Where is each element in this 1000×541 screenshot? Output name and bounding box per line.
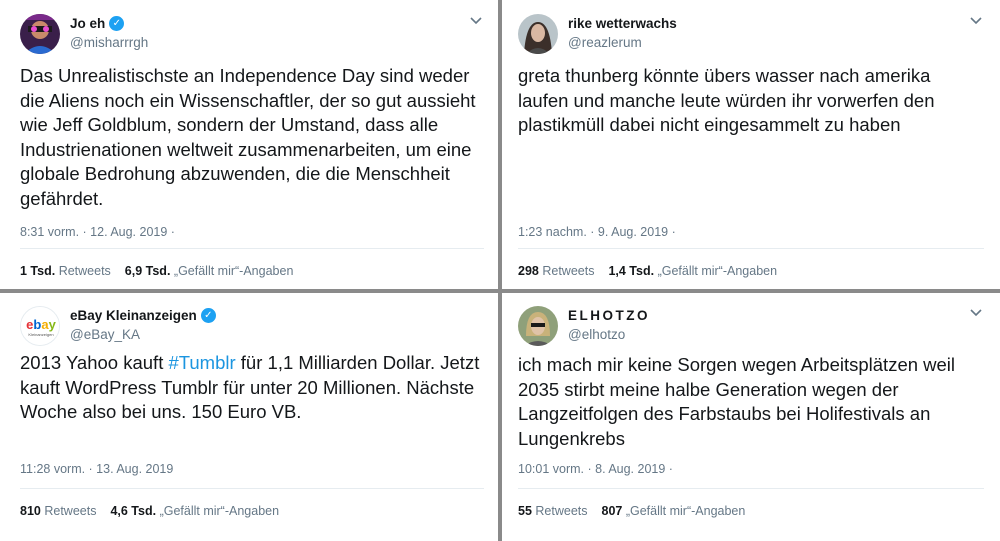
tweet-card-ebay-kleinanzeigen[interactable]: ebay Kleinanzeigen eBay Kleinanzeigen ✓ … (8, 296, 496, 536)
display-name-row[interactable]: ELHOTZO (568, 308, 650, 323)
likes-count: 807 (601, 504, 623, 518)
display-name-row[interactable]: Jo eh ✓ (70, 16, 125, 31)
likes-count: 1,4 Tsd. (608, 264, 655, 278)
divider (518, 488, 984, 489)
display-name[interactable]: eBay Kleinanzeigen (70, 308, 197, 323)
likes-label: „Gefällt mir“-Angaben (173, 264, 294, 278)
tweet-card-jo-eh[interactable]: Jo eh ✓ @misharrrgh Das Unrealistischste… (8, 4, 496, 288)
likes-label: „Gefällt mir“-Angaben (657, 264, 778, 278)
retweets-count: 298 (518, 264, 539, 278)
user-handle[interactable]: @elhotzo (568, 327, 625, 342)
likes-stat[interactable]: 1,4 Tsd. „Gefällt mir“-Angaben (608, 264, 777, 278)
svg-text:ebay: ebay (26, 317, 56, 332)
ebay-logo-icon: ebay Kleinanzeigen (21, 307, 59, 345)
user-handle[interactable]: @reazlerum (568, 35, 642, 50)
vertical-separator (498, 0, 502, 541)
horizontal-separator (0, 289, 1000, 293)
retweets-label: Retweets (535, 504, 588, 518)
retweets-count: 810 (20, 504, 41, 518)
retweets-stat[interactable]: 55 Retweets (518, 504, 588, 518)
display-name-row[interactable]: eBay Kleinanzeigen ✓ (70, 308, 216, 323)
svg-text:Kleinanzeigen: Kleinanzeigen (28, 332, 53, 337)
tweet-header: Jo eh ✓ @misharrrgh (20, 12, 484, 56)
tweet-stats: 55 Retweets 807 „Gefällt mir“-Angaben (518, 504, 745, 518)
display-name-row[interactable]: rike wetterwachs (568, 16, 677, 31)
verified-badge-icon: ✓ (200, 308, 216, 323)
tweet-timestamp[interactable]: 11:28 vorm. · 13. Aug. 2019 (20, 462, 173, 476)
likes-count: 4,6 Tsd. (110, 504, 157, 518)
likes-stat[interactable]: 6,9 Tsd. „Gefällt mir“-Angaben (125, 264, 294, 278)
tweet-text: greta thunberg könnte übers wasser nach … (518, 65, 935, 135)
chevron-down-icon[interactable] (968, 12, 984, 28)
retweets-label: Retweets (58, 264, 111, 278)
tweet-grid: Jo eh ✓ @misharrrgh Das Unrealistischste… (0, 0, 1000, 541)
divider (20, 248, 484, 249)
avatar[interactable] (518, 14, 558, 54)
tweet-stats: 1 Tsd. Retweets 6,9 Tsd. „Gefällt mir“-A… (20, 264, 293, 278)
avatar[interactable]: ebay Kleinanzeigen (20, 306, 60, 346)
divider (518, 248, 984, 249)
tweet-header: ebay Kleinanzeigen eBay Kleinanzeigen ✓ … (20, 304, 484, 348)
tweet-text: Das Unrealistischste an Independence Day… (20, 65, 476, 209)
tweet-timestamp[interactable]: 8:31 vorm. · 12. Aug. 2019 · (20, 225, 175, 239)
tweet-text: ich mach mir keine Sorgen wegen Arbeitsp… (518, 354, 956, 449)
retweets-stat[interactable]: 810 Retweets (20, 504, 96, 518)
retweets-label: Retweets (44, 504, 97, 518)
retweets-count: 1 Tsd. (20, 264, 56, 278)
avatar[interactable] (20, 14, 60, 54)
likes-label: „Gefällt mir“-Angaben (159, 504, 280, 518)
likes-stat[interactable]: 807 „Gefällt mir“-Angaben (602, 504, 746, 518)
retweets-label: Retweets (542, 264, 595, 278)
chevron-down-icon[interactable] (468, 12, 484, 28)
user-handle[interactable]: @eBay_KA (70, 327, 140, 342)
avatar[interactable] (518, 306, 558, 346)
tweet-timestamp[interactable]: 1:23 nachm. · 9. Aug. 2019 · (518, 225, 676, 239)
tweet-stats: 298 Retweets 1,4 Tsd. „Gefällt mir“-Anga… (518, 264, 777, 278)
retweets-count: 55 (518, 504, 532, 518)
tweet-header: rike wetterwachs @reazlerum (518, 12, 984, 56)
likes-count: 6,9 Tsd. (124, 264, 171, 278)
user-handle[interactable]: @misharrrgh (70, 35, 148, 50)
display-name[interactable]: rike wetterwachs (568, 16, 677, 31)
tweet-text: 2013 Yahoo kauft #Tumblr für 1,1 Milliar… (20, 351, 484, 425)
retweets-stat[interactable]: 298 Retweets (518, 264, 594, 278)
hashtag-link[interactable]: #Tumblr (168, 352, 235, 373)
retweets-stat[interactable]: 1 Tsd. Retweets (20, 264, 111, 278)
chevron-down-icon[interactable] (968, 304, 984, 320)
tweet-stats: 810 Retweets 4,6 Tsd. „Gefällt mir“-Anga… (20, 504, 279, 518)
tweet-card-rike-wetterwachs[interactable]: rike wetterwachs @reazlerum greta thunbe… (506, 4, 996, 288)
tweet-card-elhotzo[interactable]: ELHOTZO @elhotzo ich mach mir keine Sorg… (506, 296, 996, 536)
likes-stat[interactable]: 4,6 Tsd. „Gefällt mir“-Angaben (110, 504, 279, 518)
divider (20, 488, 484, 489)
tweet-text-before: 2013 Yahoo kauft (20, 352, 169, 373)
verified-badge-icon: ✓ (109, 16, 125, 31)
likes-label: „Gefällt mir“-Angaben (625, 504, 746, 518)
tweet-header: ELHOTZO @elhotzo (518, 304, 984, 348)
display-name[interactable]: Jo eh (70, 16, 105, 31)
tweet-timestamp[interactable]: 10:01 vorm. · 8. Aug. 2019 · (518, 462, 673, 476)
display-name[interactable]: ELHOTZO (568, 308, 650, 323)
